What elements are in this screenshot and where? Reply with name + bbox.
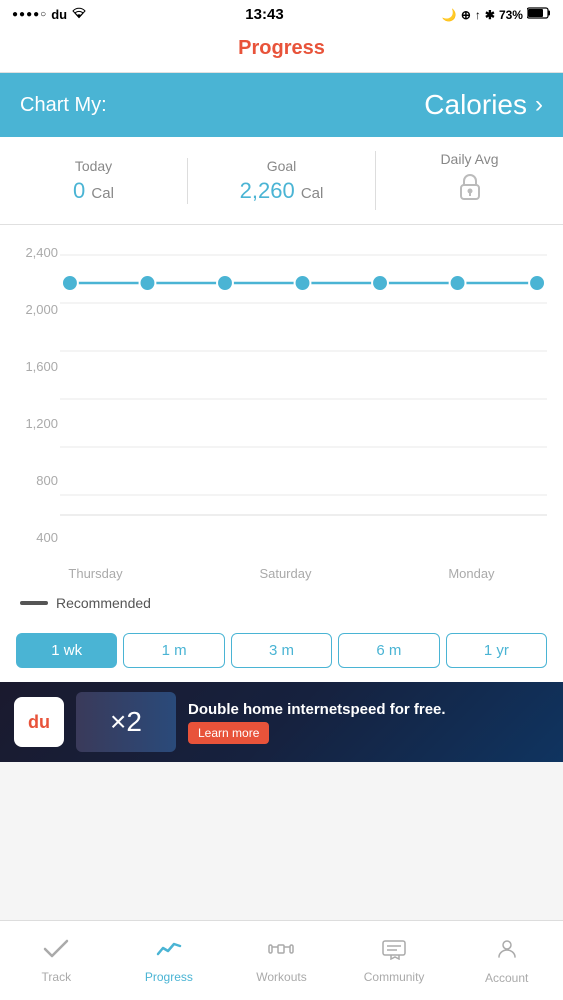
chart-legend: Recommended (0, 587, 563, 623)
wifi-icon (71, 7, 87, 22)
nav-track-label: Track (42, 970, 72, 984)
tab-3m[interactable]: 3 m (231, 633, 332, 668)
legend-label: Recommended (56, 595, 151, 611)
nav-community[interactable]: Community (338, 930, 451, 992)
status-bar: ●●●●○ du 13:43 🌙 ⊕ ↑ ✱ 73% (0, 0, 563, 29)
ad-logo-text: du (28, 712, 50, 733)
chevron-right-icon: › (535, 91, 543, 119)
battery-percent: 73% (499, 8, 523, 22)
x-label-thursday: Thursday (68, 566, 122, 581)
progress-icon (156, 938, 182, 966)
chart-area: 2,400 2,000 1,600 1,200 800 400 (0, 225, 563, 560)
chart-my-metric: Calories (424, 89, 527, 121)
tab-1yr[interactable]: 1 yr (446, 633, 547, 668)
x-label-saturday: Saturday (259, 566, 311, 581)
chart-svg (60, 245, 547, 545)
goal-value: 2,260 Cal (198, 178, 365, 204)
tab-6m[interactable]: 6 m (338, 633, 439, 668)
x-label-monday: Monday (448, 566, 494, 581)
y-label-400: 400 (10, 530, 58, 545)
nav-workouts[interactable]: Workouts (225, 930, 338, 992)
ad-logo: du (14, 697, 64, 747)
ad-text-content: Double home internetspeed for free. Lear… (188, 701, 549, 744)
tab-1wk[interactable]: 1 wk (16, 633, 117, 668)
status-right: 🌙 ⊕ ↑ ✱ 73% (442, 7, 551, 22)
nav-community-label: Community (364, 970, 425, 984)
chart-my-label: Chart My: (20, 94, 107, 117)
bluetooth-icon: ✱ (485, 8, 495, 22)
today-stat: Today 0 Cal (0, 158, 187, 204)
carrier-name: du (51, 7, 67, 22)
stats-row: Today 0 Cal Goal 2,260 Cal Daily Avg (0, 137, 563, 225)
daily-avg-stat: Daily Avg (375, 151, 563, 210)
chart-my-header[interactable]: Chart My: Calories › (0, 73, 563, 137)
goal-label: Goal (198, 158, 365, 174)
nav-account[interactable]: Account (450, 929, 563, 993)
battery-icon (527, 7, 551, 22)
y-label-1600: 1,600 (10, 359, 58, 374)
nav-workouts-label: Workouts (256, 970, 306, 984)
status-time: 13:43 (245, 6, 283, 23)
ad-image: ×2 (76, 692, 176, 752)
ad-cta-button[interactable]: Learn more (188, 722, 269, 744)
y-label-2000: 2,000 (10, 302, 58, 317)
location-icon: ⊕ (461, 8, 471, 22)
workouts-icon (267, 938, 295, 966)
chart-x-labels: Thursday Saturday Monday (0, 560, 563, 587)
y-label-2400: 2,400 (10, 245, 58, 260)
today-unit: Cal (91, 185, 114, 202)
today-label: Today (10, 158, 177, 174)
nav-progress-label: Progress (145, 970, 193, 984)
bottom-nav: Track Progress Workouts (0, 920, 563, 1000)
goal-stat: Goal 2,260 Cal (187, 158, 375, 204)
time-tabs: 1 wk 1 m 3 m 6 m 1 yr (0, 623, 563, 682)
lock-icon (386, 171, 553, 210)
track-icon (43, 938, 69, 966)
legend-line-indicator (20, 601, 48, 605)
ad-banner[interactable]: du ×2 Double home internetspeed for free… (0, 682, 563, 762)
daily-avg-label: Daily Avg (386, 151, 553, 167)
status-left: ●●●●○ du (12, 7, 87, 22)
nav-progress[interactable]: Progress (113, 930, 226, 992)
y-label-800: 800 (10, 473, 58, 488)
account-icon (495, 937, 519, 967)
nav-track[interactable]: Track (0, 930, 113, 992)
today-number: 0 (73, 178, 85, 203)
moon-icon: 🌙 (442, 8, 457, 22)
y-label-1200: 1,200 (10, 416, 58, 431)
today-value: 0 Cal (10, 178, 177, 204)
tab-1m[interactable]: 1 m (123, 633, 224, 668)
goal-unit: Cal (301, 185, 324, 202)
chart-my-value[interactable]: Calories › (424, 89, 543, 121)
community-icon (381, 938, 407, 966)
signal-dots: ●●●●○ (12, 9, 47, 20)
page-title: Progress (0, 29, 563, 73)
goal-number: 2,260 (240, 178, 295, 203)
ad-headline: Double home internetspeed for free. (188, 701, 549, 718)
chart-y-labels: 2,400 2,000 1,600 1,200 800 400 (10, 245, 58, 545)
arrow-icon: ↑ (475, 8, 481, 22)
nav-account-label: Account (485, 971, 528, 985)
